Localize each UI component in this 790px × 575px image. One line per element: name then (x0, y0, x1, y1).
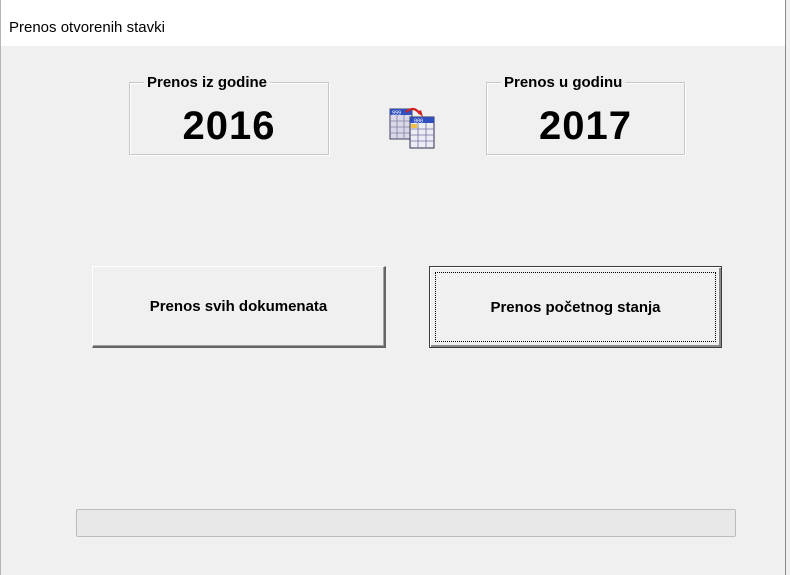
transfer-all-documents-button[interactable]: Prenos svih dokumenata (92, 266, 386, 348)
to-year-group: Prenos u godinu 2017 (486, 74, 685, 155)
focus-ring (435, 272, 716, 342)
from-year-group: Prenos iz godine 2016 (129, 74, 329, 155)
window-title: Prenos otvorenih stavki (9, 19, 165, 36)
svg-text:999: 999 (392, 111, 401, 117)
copy-table-icon: 999 000 (389, 107, 435, 149)
progress-bar (76, 509, 736, 537)
from-year-legend: Prenos iz godine (144, 74, 271, 91)
dialog-window: Prenos otvorenih stavki Prenos iz godine… (0, 0, 786, 575)
transfer-opening-balance-button[interactable]: Prenos početnog stanja (429, 266, 722, 348)
title-bar: Prenos otvorenih stavki (1, 0, 785, 46)
transfer-all-documents-label: Prenos svih dokumenata (149, 298, 328, 315)
svg-text:000: 000 (414, 119, 423, 125)
to-year-value: 2017 (539, 104, 632, 148)
to-year-legend: Prenos u godinu (501, 74, 626, 91)
from-year-value: 2016 (182, 104, 276, 148)
